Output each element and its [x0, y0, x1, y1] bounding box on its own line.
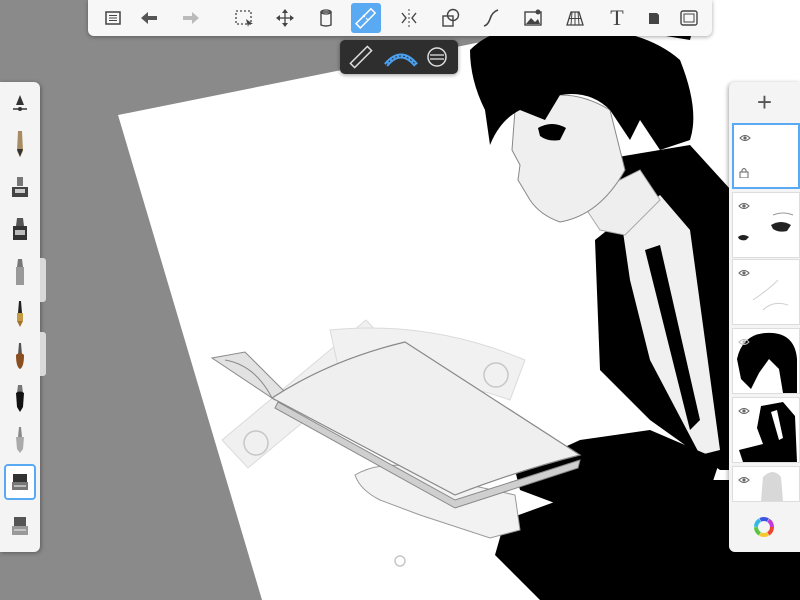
brush-palette [0, 82, 40, 552]
image-add-icon[interactable] [518, 3, 548, 33]
layers-panel: + [729, 82, 800, 552]
pencil-brush-icon[interactable] [4, 126, 36, 162]
soft-brush-icon[interactable] [4, 422, 36, 458]
paint-brush-icon[interactable] [4, 338, 36, 374]
pen-brush-icon[interactable] [4, 296, 36, 332]
shapes-icon[interactable] [436, 3, 466, 33]
layer-thumbnail[interactable] [732, 192, 800, 258]
layer-preview [752, 279, 789, 311]
chisel-brush-icon[interactable] [4, 254, 36, 290]
perspective-icon[interactable] [560, 3, 590, 33]
selection-icon[interactable] [229, 3, 259, 33]
transform-icon[interactable] [270, 3, 300, 33]
symmetry-icon[interactable] [394, 3, 424, 33]
text-tool-icon[interactable]: T [602, 3, 632, 33]
color-wheel-icon[interactable] [751, 514, 777, 540]
layer-thumbnail[interactable] [732, 397, 800, 463]
visibility-eye-icon[interactable] [738, 333, 750, 351]
layer-thumbnail[interactable] [732, 259, 800, 325]
palette-grip-handle[interactable] [40, 258, 46, 302]
add-layer-button[interactable]: + [729, 86, 800, 118]
undo-icon[interactable] [134, 3, 164, 33]
airbrush-icon[interactable] [4, 170, 36, 206]
layer-thumbnail[interactable] [732, 466, 800, 502]
ruler-arc-icon[interactable] [382, 43, 420, 71]
palette-grip-handle[interactable] [40, 332, 46, 376]
fullscreen-icon[interactable] [674, 3, 704, 33]
ruler-straight-icon[interactable] [346, 43, 376, 71]
main-toolbar: T [88, 0, 712, 36]
ruler-subbar [340, 40, 458, 74]
layer-preview [738, 212, 794, 241]
layer-preview [739, 402, 797, 462]
redo-icon[interactable] [176, 3, 206, 33]
visibility-eye-icon[interactable] [739, 129, 751, 147]
brush-properties-icon[interactable] [4, 86, 36, 122]
lock-icon[interactable] [739, 165, 749, 183]
layer-toggle-icon[interactable] [639, 3, 669, 33]
fill-icon[interactable] [311, 3, 341, 33]
layer-thumbnail[interactable] [732, 123, 800, 189]
brush-library-icon[interactable] [98, 3, 128, 33]
hard-eraser-icon[interactable] [4, 508, 36, 544]
marker-brush-icon[interactable] [4, 212, 36, 248]
ellipse-guide-icon[interactable] [422, 43, 452, 71]
stroke-icon[interactable] [476, 3, 506, 33]
ink-brush-icon[interactable] [4, 380, 36, 416]
drawing-canvas[interactable] [0, 0, 800, 600]
ruler-icon[interactable] [351, 3, 381, 33]
layer-preview [761, 472, 783, 501]
layer-thumbnail[interactable] [732, 328, 800, 394]
eraser-brush-icon[interactable] [4, 464, 36, 500]
